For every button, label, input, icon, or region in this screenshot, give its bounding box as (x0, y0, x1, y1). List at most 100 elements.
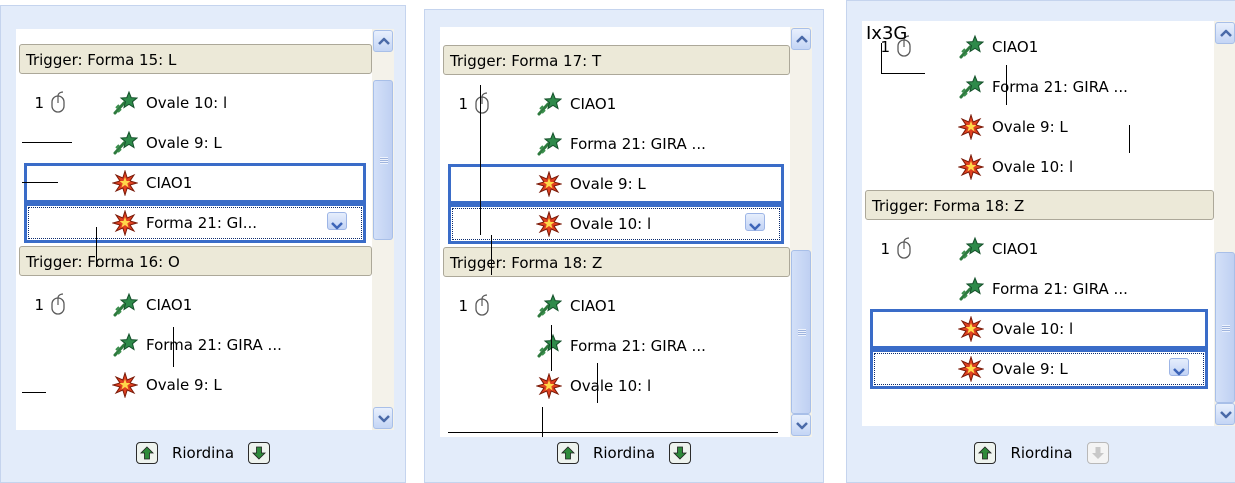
scroll-up-button[interactable] (1215, 22, 1235, 44)
animation-row[interactable]: Ovale 9: L (862, 107, 1235, 147)
animation-label: Ovale 9: L (992, 360, 1068, 378)
entrance-effect-icon (536, 91, 563, 117)
trigger-header[interactable]: Trigger: Forma 18: Z (865, 190, 1214, 220)
entrance-effect-icon (112, 130, 139, 156)
drag-line (22, 392, 46, 393)
animation-row[interactable]: Forma 21: GIRA ... (16, 325, 394, 365)
animation-row[interactable]: Forma 21: GIRA ... (440, 326, 812, 366)
mouse-click-icon (50, 91, 66, 113)
scroll-down-button[interactable] (373, 407, 393, 429)
dropdown-button[interactable] (1169, 358, 1189, 376)
emphasis-effect-icon (957, 355, 985, 383)
animation-label: CIAO1 (570, 95, 617, 113)
move-up-button[interactable] (556, 442, 579, 464)
move-up-button[interactable] (135, 442, 158, 464)
caret-line (597, 363, 598, 403)
emphasis-effect-icon (957, 315, 985, 343)
animation-row[interactable]: Ovale 9: L (16, 365, 394, 405)
animation-list[interactable]: Trigger: Forma 17: T 1 CIAO1 Forma 21: GIRA… (440, 27, 812, 437)
trigger-header[interactable]: Trigger: Forma 16: O (19, 246, 372, 276)
animation-row[interactable]: 1 CIAO1 (862, 229, 1235, 269)
scroll-grip (1222, 324, 1230, 332)
reorder-controls: Riordina (847, 442, 1235, 464)
vertical-scrollbar[interactable] (790, 27, 812, 437)
reorder-bar: Riordina (1, 430, 405, 482)
caret-line (551, 325, 552, 371)
animation-label: Ovale 10: l (570, 377, 652, 395)
animation-row[interactable]: 1 CIAO1 (440, 84, 812, 124)
animation-list[interactable]: 1 CIAO1 Forma 21: GIRA ... Ovale 9: L Ovale … (862, 21, 1235, 426)
entrance-effect-icon (958, 34, 985, 60)
animation-row[interactable]: Forma 21: GIRA ... (862, 269, 1235, 309)
move-down-button[interactable] (1086, 442, 1109, 464)
animation-row[interactable]: 1 CIAO1 (862, 27, 1235, 67)
entrance-effect-icon (536, 131, 563, 157)
animation-row[interactable]: Ovale 10: l (440, 204, 812, 244)
dropdown-button[interactable] (327, 212, 347, 230)
animation-row[interactable]: Forma 21: GI... (16, 203, 394, 243)
animation-label: CIAO1 (992, 38, 1039, 56)
caret-line (881, 43, 882, 73)
animation-row[interactable]: Ovale 9: L (440, 164, 812, 204)
emphasis-effect-icon (535, 372, 563, 400)
animation-row[interactable]: CIAO1 (16, 163, 394, 203)
entrance-effect-icon (112, 332, 139, 358)
entrance-effect-icon (958, 276, 985, 302)
animation-label: Ovale 10: l (992, 158, 1074, 176)
reorder-label: Riordina (592, 444, 656, 462)
move-down-button[interactable] (669, 442, 692, 464)
mouse-click-icon (50, 293, 66, 315)
animation-row[interactable]: 1 CIAO1 (16, 285, 394, 325)
scroll-up-button[interactable] (373, 30, 393, 52)
sequence-number: 1 (880, 240, 890, 258)
animation-label: Ovale 9: L (146, 376, 222, 394)
animation-row[interactable]: Ovale 9: L (862, 349, 1235, 389)
caret-line (1006, 65, 1007, 105)
mouse-click-icon (474, 92, 490, 114)
scroll-thumb[interactable] (791, 250, 811, 414)
animation-row[interactable]: Ovale 9: L (16, 123, 394, 163)
entrance-effect-icon (112, 90, 139, 116)
scroll-thumb[interactable] (1215, 252, 1235, 403)
emphasis-effect-icon (957, 113, 985, 141)
sequence-number: 1 (458, 297, 468, 315)
animation-row[interactable]: Ovale 10: l (862, 309, 1235, 349)
dropdown-button[interactable] (745, 213, 765, 231)
sequence-number: 1 (458, 95, 468, 113)
animation-row[interactable]: 1 CIAO1 (440, 286, 812, 326)
animation-panel-1: Trigger: Forma 15: L 1 Ovale 10: l Ovale 9:… (0, 5, 406, 483)
animation-label: Ovale 9: L (570, 175, 646, 193)
animation-list[interactable]: Trigger: Forma 15: L 1 Ovale 10: l Ovale 9:… (16, 29, 394, 430)
drag-line (22, 182, 58, 183)
sequence-number: 1 (34, 296, 44, 314)
animation-label: Ovale 10: l (146, 94, 228, 112)
vertical-scrollbar[interactable] (1214, 21, 1235, 426)
animation-row[interactable]: Forma 21: GIRA ... (440, 124, 812, 164)
emphasis-effect-icon (535, 170, 563, 198)
animation-row[interactable]: Ovale 10: l (862, 147, 1235, 187)
animation-row[interactable]: 1 Ovale 10: l (16, 83, 394, 123)
entrance-effect-icon (958, 74, 985, 100)
scroll-up-button[interactable] (791, 28, 811, 50)
move-down-button[interactable] (248, 442, 271, 464)
entrance-effect-icon (536, 333, 563, 359)
animation-row[interactable]: Ovale 10: l (440, 366, 812, 406)
vertical-scrollbar[interactable] (372, 29, 394, 430)
chevron-down-icon (1173, 362, 1185, 380)
reorder-label: Riordina (171, 444, 235, 462)
redraw-artifact-text: Ix3G (866, 23, 908, 44)
emphasis-effect-icon (111, 371, 139, 399)
chevron-down-icon (331, 216, 343, 234)
reorder-bar: Riordina (425, 430, 823, 482)
trigger-header[interactable]: Trigger: Forma 17: T (443, 45, 790, 75)
trigger-header[interactable]: Trigger: Forma 15: L (19, 44, 372, 74)
scroll-thumb[interactable] (373, 80, 393, 241)
scroll-down-button[interactable] (1215, 403, 1235, 425)
animation-label: Forma 21: GI... (146, 214, 258, 232)
move-up-button[interactable] (974, 442, 997, 464)
entrance-effect-icon (536, 293, 563, 319)
caret-line (480, 85, 481, 235)
animation-label: CIAO1 (570, 297, 617, 315)
reorder-controls: Riordina (1, 442, 405, 464)
trigger-header[interactable]: Trigger: Forma 18: Z (443, 247, 790, 277)
